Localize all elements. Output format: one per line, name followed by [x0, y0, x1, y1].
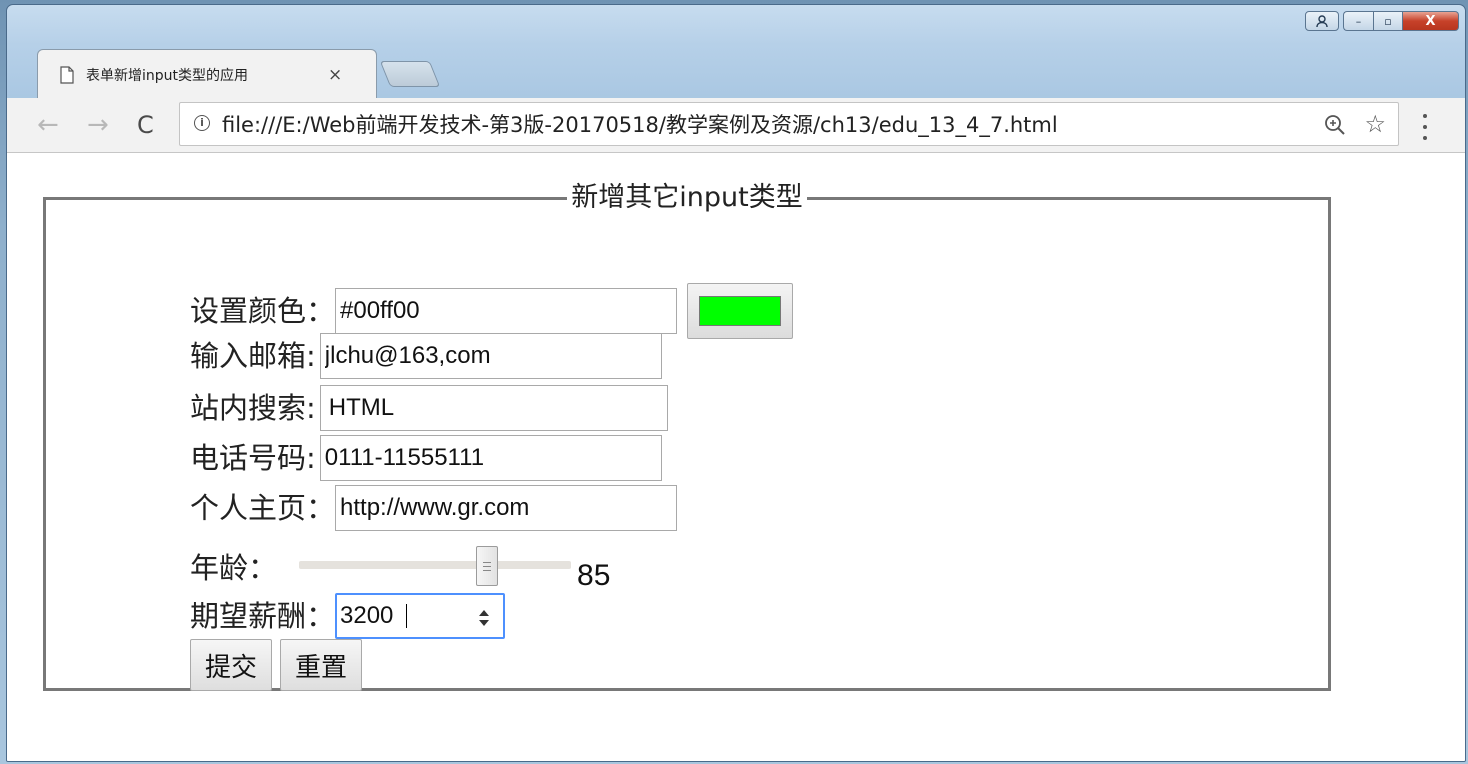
search-label: 站内搜索:	[190, 391, 316, 425]
user-icon[interactable]	[1305, 11, 1339, 31]
color-label: 设置颜色：	[190, 294, 336, 328]
button-row: 提交 重置	[190, 639, 363, 691]
address-bar[interactable]: i file:///E:/Web前端开发技术-第3版-20170518/教学案例…	[179, 102, 1399, 146]
reload-button[interactable]: C	[137, 108, 154, 142]
color-text-input[interactable]	[335, 288, 678, 334]
age-value: 85	[577, 559, 611, 592]
color-swatch	[699, 296, 782, 326]
age-row: 年龄： 85	[190, 543, 610, 593]
search-input[interactable]	[319, 385, 668, 431]
text-caret	[406, 604, 408, 628]
tab-close-icon[interactable]: ×	[328, 65, 342, 85]
window-controls: – ▫ X	[1305, 11, 1459, 31]
salary-number-field[interactable]	[335, 593, 506, 639]
age-slider-thumb[interactable]	[475, 546, 498, 586]
forward-button[interactable]: →	[87, 108, 109, 142]
star-icon[interactable]: ☆	[1364, 109, 1386, 139]
salary-row: 期望薪酬：	[190, 593, 506, 639]
email-row: 输入邮箱:	[190, 333, 662, 379]
tel-field[interactable]	[319, 435, 662, 481]
tel-row: 电话号码:	[190, 435, 662, 481]
homepage-row: 个人主页：	[190, 485, 678, 531]
page-icon	[60, 65, 74, 84]
page-viewport: 新增其它input类型 设置颜色： 输入邮箱: 站内搜索: 电话号码:	[7, 153, 1465, 761]
salary-input[interactable]	[337, 595, 458, 637]
submit-button[interactable]: 提交	[190, 639, 273, 691]
close-window-button[interactable]: X	[1403, 11, 1459, 31]
tab-active[interactable]: 表单新增input类型的应用 ×	[37, 49, 377, 99]
minimize-button[interactable]: –	[1343, 11, 1373, 31]
email-field[interactable]	[319, 333, 662, 379]
age-label: 年龄：	[190, 551, 278, 585]
fieldset-legend: 新增其它input类型	[571, 182, 803, 213]
color-picker-button[interactable]	[687, 283, 794, 339]
reset-button[interactable]: 重置	[280, 639, 363, 691]
browser-toolbar: ← → C i file:///E:/Web前端开发技术-第3版-2017051…	[7, 98, 1465, 153]
tab-title: 表单新增input类型的应用	[86, 67, 249, 84]
tel-label: 电话号码:	[190, 441, 316, 475]
search-row: 站内搜索:	[190, 385, 668, 431]
menu-icon[interactable]	[1421, 114, 1429, 140]
color-row: 设置颜色：	[190, 283, 794, 339]
age-slider-track[interactable]	[299, 561, 572, 569]
new-tab-button[interactable]	[379, 61, 441, 87]
spinner-icon[interactable]	[477, 603, 491, 627]
info-icon[interactable]: i	[194, 115, 210, 131]
back-button[interactable]: ←	[37, 108, 59, 142]
homepage-label: 个人主页：	[190, 491, 336, 525]
age-slider[interactable]	[299, 546, 572, 588]
homepage-url-field[interactable]	[335, 485, 678, 531]
maximize-button[interactable]: ▫	[1373, 11, 1403, 31]
browser-window: – ▫ X 表单新增input类型的应用 × ← → C i file:///E…	[6, 4, 1466, 762]
salary-label: 期望薪酬：	[190, 599, 336, 633]
email-label: 输入邮箱:	[190, 339, 316, 373]
input-types-fieldset: 新增其它input类型 设置颜色： 输入邮箱: 站内搜索: 电话号码:	[43, 183, 1331, 691]
url-text[interactable]: file:///E:/Web前端开发技术-第3版-20170518/教学案例及资…	[222, 111, 1058, 139]
zoom-icon[interactable]	[1322, 112, 1348, 138]
